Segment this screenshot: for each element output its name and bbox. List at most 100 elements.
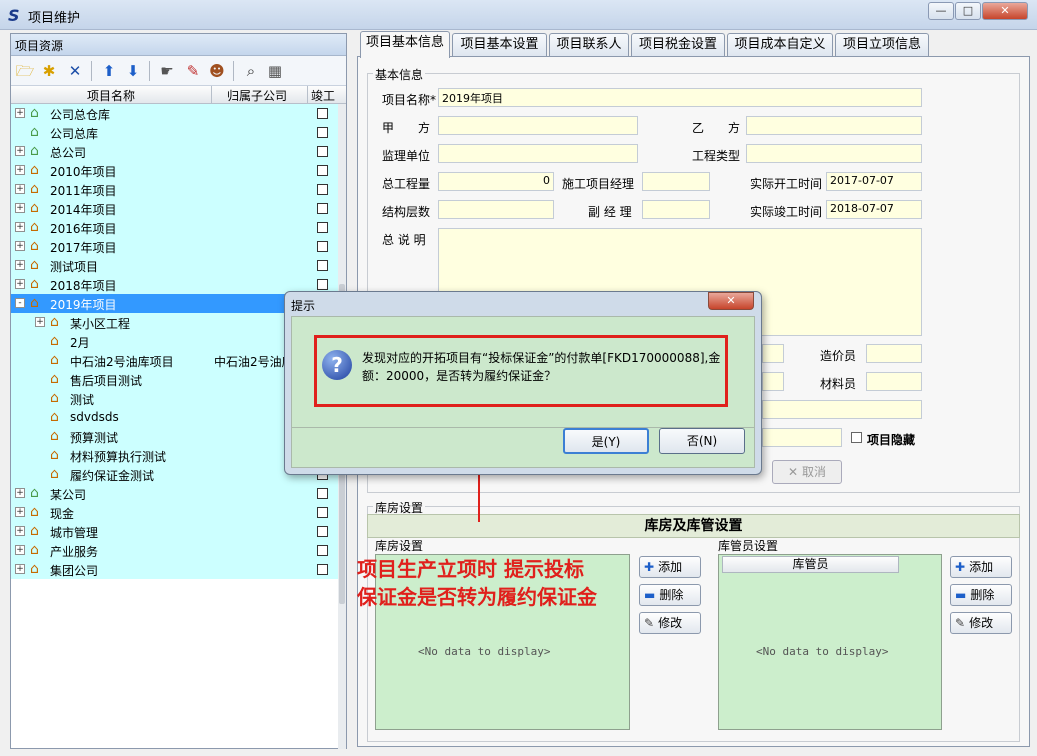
keeper-column-header[interactable]: 库管员	[722, 556, 899, 573]
completed-checkbox[interactable]	[317, 545, 328, 556]
expand-icon[interactable]: +	[15, 222, 25, 232]
tree-row[interactable]: + ⌂ 2014年项目	[11, 199, 338, 218]
completed-checkbox[interactable]	[317, 184, 328, 195]
expand-icon[interactable]: +	[15, 184, 25, 194]
completed-checkbox[interactable]	[317, 279, 328, 290]
folder-open-icon[interactable]: 🗁	[15, 61, 35, 81]
supervisor-input[interactable]	[438, 144, 638, 163]
expand-icon[interactable]: +	[35, 317, 45, 327]
partial-input[interactable]	[762, 400, 922, 419]
expand-icon[interactable]: +	[15, 545, 25, 555]
completed-checkbox[interactable]	[317, 241, 328, 252]
arrow-down-icon[interactable]: ⬇	[123, 61, 143, 81]
party-b-input[interactable]	[746, 116, 922, 135]
tree-row[interactable]: + ⌂ 2016年项目	[11, 218, 338, 237]
material-clerk-input[interactable]	[866, 372, 922, 391]
partial-input[interactable]	[762, 428, 842, 447]
grid-icon[interactable]: ▦	[265, 61, 285, 81]
tab-project-approval-info[interactable]: 项目立项信息	[835, 33, 929, 57]
project-type-input[interactable]	[746, 144, 922, 163]
column-completed[interactable]: 竣工	[311, 87, 335, 104]
expand-icon[interactable]: +	[15, 507, 25, 517]
arrow-up-icon[interactable]: ⬆	[99, 61, 119, 81]
tree-row-label: 测试项目	[50, 260, 99, 274]
expand-icon[interactable]: +	[15, 564, 25, 574]
deputy-manager-input[interactable]	[642, 200, 710, 219]
cost-clerk-input[interactable]	[866, 344, 922, 363]
keeper-grid[interactable]: <No data to display>	[718, 554, 942, 730]
tab-project-tax-settings[interactable]: 项目税金设置	[631, 33, 725, 57]
structure-floors-input[interactable]	[438, 200, 554, 219]
tree-row[interactable]: + ⌂ 测试项目	[11, 256, 338, 275]
completed-checkbox[interactable]	[317, 526, 328, 537]
expand-icon[interactable]: +	[15, 165, 25, 175]
tab-project-basic-settings[interactable]: 项目基本设置	[452, 33, 547, 57]
add-warehouse-button[interactable]: ✚ 添加	[639, 556, 701, 578]
tree-row[interactable]: + ⌂ 集团公司	[11, 560, 338, 579]
completed-checkbox[interactable]	[317, 488, 328, 499]
tree-row[interactable]: + ⌂ 产业服务	[11, 541, 338, 560]
hand-icon[interactable]: ☛	[157, 61, 177, 81]
completed-checkbox[interactable]	[317, 146, 328, 157]
project-name-input[interactable]: 2019年项目	[438, 88, 922, 107]
maximize-icon[interactable]: □	[955, 2, 981, 20]
completed-checkbox[interactable]	[317, 564, 328, 575]
house-icon: ⌂	[50, 314, 59, 330]
tree-row[interactable]: + ⌂ 2011年项目	[11, 180, 338, 199]
tree-row[interactable]: + ⌂ 现金	[11, 503, 338, 522]
tree-row[interactable]: + ⌂ 2017年项目	[11, 237, 338, 256]
completed-checkbox[interactable]	[317, 108, 328, 119]
add-keeper-button[interactable]: ✚ 添加	[950, 556, 1012, 578]
completed-checkbox[interactable]	[317, 127, 328, 138]
completed-checkbox[interactable]	[317, 507, 328, 518]
delete-keeper-button[interactable]: ▬ 删除	[950, 584, 1012, 606]
tree-row[interactable]: + ⌂ 2010年项目	[11, 161, 338, 180]
expand-icon[interactable]: +	[15, 203, 25, 213]
dialog-close-icon[interactable]: ✕	[708, 292, 754, 310]
close-icon[interactable]: ✕	[982, 2, 1028, 20]
tree-row[interactable]: + ⌂ 某公司	[11, 484, 338, 503]
partial-input[interactable]	[762, 372, 784, 391]
pencil-icon[interactable]: ✎	[183, 61, 203, 81]
yes-button[interactable]: 是(Y)	[563, 428, 649, 454]
expand-icon[interactable]: +	[15, 279, 25, 289]
column-subsidiary[interactable]: 归属子公司	[227, 87, 287, 104]
partial-input[interactable]	[762, 344, 784, 363]
tab-project-cost-custom[interactable]: 项目成本自定义	[727, 33, 833, 57]
completed-checkbox[interactable]	[317, 260, 328, 271]
expand-icon[interactable]: +	[15, 241, 25, 251]
expand-icon[interactable]: +	[15, 260, 25, 270]
tree-row[interactable]: + ⌂ 公司总仓库	[11, 104, 338, 123]
completed-checkbox[interactable]	[317, 203, 328, 214]
expand-icon[interactable]: +	[15, 488, 25, 498]
delete-warehouse-button[interactable]: ▬ 删除	[639, 584, 701, 606]
collapse-icon[interactable]: -	[15, 298, 25, 308]
new-folder-icon[interactable]: ✱	[39, 61, 59, 81]
expand-icon[interactable]: +	[15, 526, 25, 536]
expand-icon[interactable]: +	[15, 146, 25, 156]
tree-row-label: 预算测试	[70, 431, 119, 445]
completed-checkbox[interactable]	[317, 222, 328, 233]
tree-row[interactable]: ⌂ 公司总库	[11, 123, 338, 142]
project-manager-input[interactable]	[642, 172, 710, 191]
actual-end-input[interactable]: 2018-07-07	[826, 200, 922, 219]
cancel-button[interactable]: ✕ 取消	[772, 460, 842, 484]
expand-icon[interactable]: +	[15, 108, 25, 118]
tab-project-basic-info[interactable]: 项目基本信息	[360, 31, 450, 58]
delete-icon[interactable]: ✕	[65, 61, 85, 81]
party-a-input[interactable]	[438, 116, 638, 135]
users-icon[interactable]: ☻	[207, 61, 227, 81]
total-quantity-input[interactable]: 0	[438, 172, 554, 191]
edit-keeper-button[interactable]: ✎ 修改	[950, 612, 1012, 634]
project-hidden-checkbox[interactable]	[851, 432, 862, 443]
no-button[interactable]: 否(N)	[659, 428, 745, 454]
actual-start-input[interactable]: 2017-07-07	[826, 172, 922, 191]
binoculars-icon[interactable]: ⌕	[241, 61, 261, 81]
edit-warehouse-button[interactable]: ✎ 修改	[639, 612, 701, 634]
tab-project-contacts[interactable]: 项目联系人	[549, 33, 629, 57]
tree-row[interactable]: + ⌂ 城市管理	[11, 522, 338, 541]
column-project-name[interactable]: 项目名称	[87, 87, 135, 104]
completed-checkbox[interactable]	[317, 165, 328, 176]
minimize-icon[interactable]: —	[928, 2, 954, 20]
tree-row[interactable]: + ⌂ 总公司	[11, 142, 338, 161]
